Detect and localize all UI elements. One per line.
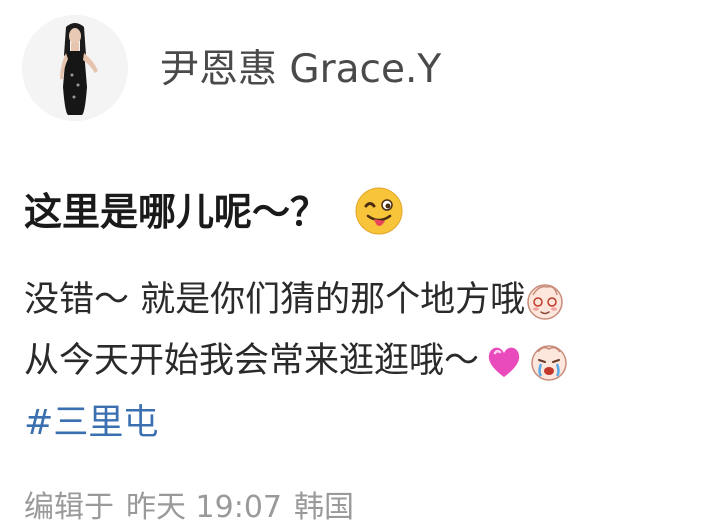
- post-line-1: 没错～ 就是你们猜的那个地方哦: [24, 275, 565, 325]
- post-location: 韩国: [294, 490, 354, 525]
- pink-heart-emoji-icon: [485, 344, 523, 380]
- avatar[interactable]: [22, 15, 128, 121]
- post-headline: 这里是哪儿呢～？: [24, 184, 404, 240]
- author-name[interactable]: 尹恩惠 Grace.Y: [160, 44, 441, 96]
- headline-text: 这里是哪儿呢～？: [24, 190, 329, 234]
- winking-tongue-emoji-icon: [354, 186, 404, 236]
- post-time: 昨天 19:07: [126, 490, 282, 525]
- hashtag-link[interactable]: #三里屯: [24, 398, 158, 448]
- blushing-face-emoji-icon: [525, 281, 565, 321]
- avatar-image: [22, 15, 128, 121]
- post-meta: 编辑于 昨天 19:07 韩国: [24, 486, 354, 527]
- post-line-2: 从今天开始我会常来逛逛哦～: [24, 336, 569, 386]
- weibo-post: 尹恩惠 Grace.Y 这里是哪儿呢～？ 没错～ 就是你们猜的那个地方哦 从今天…: [0, 0, 712, 527]
- line-1-text: 没错～ 就是你们猜的那个地方哦: [24, 280, 526, 320]
- line-2-text: 从今天开始我会常来逛逛哦～: [24, 341, 480, 381]
- edited-label: 编辑于: [24, 490, 114, 525]
- crying-face-emoji-icon: [529, 342, 569, 382]
